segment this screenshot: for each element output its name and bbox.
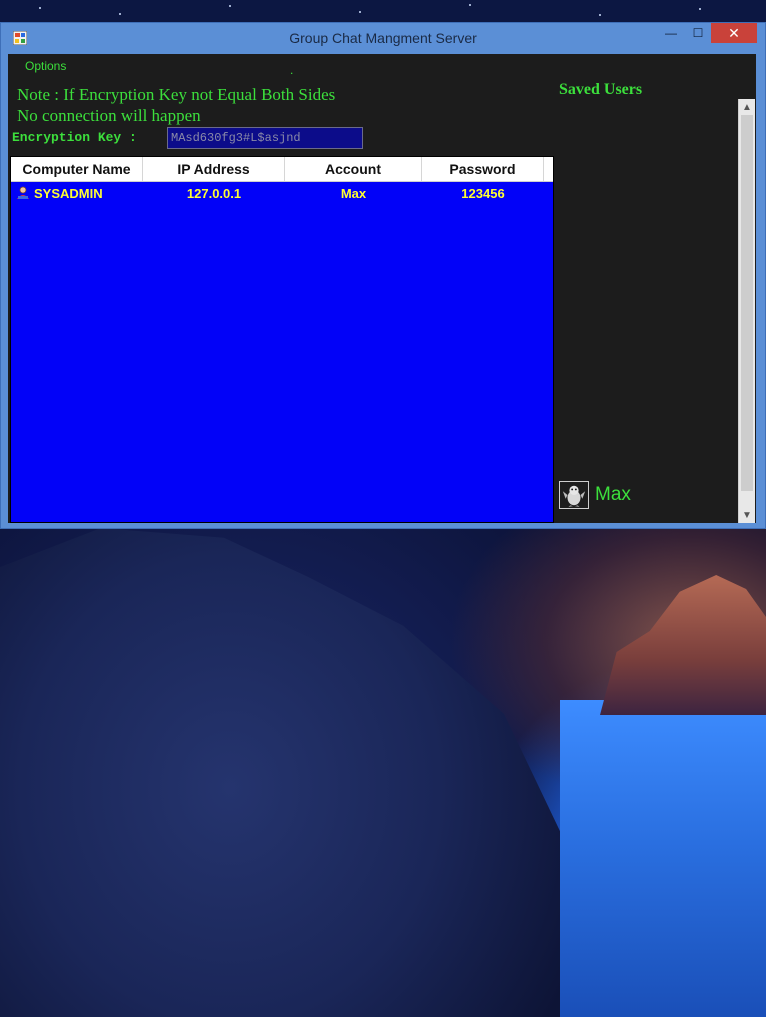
saved-user-item[interactable]: Max [559, 479, 631, 511]
encryption-note: Note : If Encryption Key not Equal Both … [17, 84, 335, 126]
computer-name-text: SYSADMIN [34, 185, 103, 201]
cell-computer-name: SYSADMIN [11, 183, 143, 203]
cell-password: 123456 [461, 185, 505, 201]
note-line-1: Note : If Encryption Key not Equal Both … [17, 85, 336, 104]
note-line-2: No connection will happen [17, 106, 201, 125]
window-title: Group Chat Mangment Server [289, 30, 477, 46]
maximize-button[interactable]: ☐ [685, 23, 711, 43]
minimize-button[interactable]: — [657, 23, 685, 43]
penguin-avatar-icon [559, 481, 589, 509]
saved-users-scrollbar[interactable]: ▲ ▼ [738, 99, 755, 523]
scroll-thumb[interactable] [741, 115, 753, 491]
table-row[interactable]: SYSADMIN 127.0.0.1 Max 123456 [11, 183, 553, 203]
wallpaper-cliff [0, 528, 560, 1017]
wallpaper-sea [560, 700, 766, 1017]
wallpaper-sea-stack [600, 575, 766, 715]
encryption-key-label: Encryption Key : [12, 130, 137, 145]
saved-users-panel: Max [556, 99, 756, 523]
scroll-up-icon[interactable]: ▲ [739, 99, 755, 115]
encryption-key-input[interactable]: MAsd630fg3#L$asjnd [167, 127, 363, 149]
saved-users-title: Saved Users [559, 81, 643, 98]
connected-users-list[interactable]: Computer Name IP Address Account Passwor… [10, 156, 554, 523]
cell-account: Max [340, 185, 367, 201]
list-header: Computer Name IP Address Account Passwor… [11, 157, 553, 182]
saved-user-name: Max [595, 484, 631, 505]
column-account[interactable]: Account [285, 157, 422, 181]
column-computer-name[interactable]: Computer Name [11, 157, 143, 181]
menu-options[interactable]: Options [18, 56, 73, 80]
close-button[interactable]: ✕ [711, 23, 757, 43]
client-area: Options . Note : If Encryption Key not E… [8, 54, 756, 523]
title-bar[interactable]: Group Chat Mangment Server — ☐ ✕ [1, 23, 765, 53]
column-password[interactable]: Password [422, 157, 544, 181]
scroll-down-icon[interactable]: ▼ [739, 507, 755, 523]
column-ip-address[interactable]: IP Address [143, 157, 285, 181]
user-computer-icon [17, 186, 29, 199]
app-window: Group Chat Mangment Server — ☐ ✕ Options… [0, 22, 766, 529]
menu-dot: . [290, 63, 294, 77]
cell-ip-address: 127.0.0.1 [186, 185, 242, 201]
